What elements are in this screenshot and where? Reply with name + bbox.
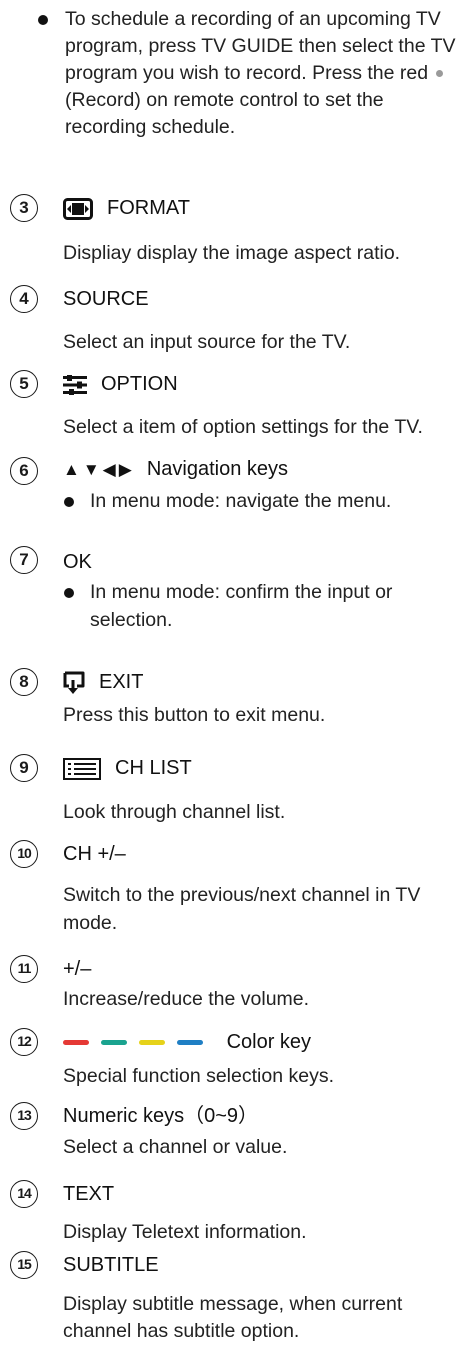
item-title: Numeric keys（0~9） (63, 1105, 259, 1127)
bullet-icon (64, 588, 74, 598)
intro-text: To schedule a recording of an upcoming T… (65, 8, 456, 138)
item-title: Navigation keys (146, 458, 288, 480)
item-number: 5 (10, 370, 38, 398)
blue-key-icon (177, 1040, 203, 1046)
item-heading: Color key (63, 1028, 311, 1056)
item-title: Color key (226, 1031, 312, 1053)
item-title: TEXT (63, 1183, 115, 1205)
yellow-key-icon (139, 1040, 165, 1046)
item-description: Increase/reduce the volume. (63, 988, 310, 1010)
item-description: Special function selection keys. (63, 1065, 334, 1087)
item-heading: FORMAT (63, 194, 190, 222)
item-description: Select a item of option settings for the… (63, 416, 423, 438)
red-key-icon (63, 1040, 89, 1046)
item-description: Select an input source for the TV. (63, 331, 351, 353)
manual-page: To schedule a recording of an upcoming T… (0, 0, 464, 1342)
item-description: Switch to the previous/next channel in T… (63, 884, 421, 934)
item-number: 13 (10, 1102, 38, 1130)
item-heading: ▲▼◀▶ Navigation keys (63, 455, 288, 484)
item-title: FORMAT (107, 197, 190, 219)
item-title: CH LIST (115, 757, 192, 779)
item-heading: OPTION (63, 370, 178, 398)
record-dot-icon (435, 70, 443, 78)
bullet-icon (64, 497, 74, 507)
item-title: EXIT (99, 671, 144, 693)
bullet-text: In menu mode: navigate the menu. (90, 490, 392, 512)
item-number: 14 (10, 1180, 38, 1208)
item-number: 10 (10, 840, 38, 868)
item-title: CH +/– (63, 843, 126, 865)
item-description: Display subtitle message, when current c… (63, 1293, 403, 1342)
list-icon (63, 757, 101, 780)
intro-bullet: To schedule a recording of an upcoming T… (38, 6, 458, 141)
item-number: 9 (10, 754, 38, 782)
item-heading: EXIT (63, 668, 143, 696)
item-description: Press this button to exit menu. (63, 704, 326, 726)
item-title: SOURCE (63, 288, 149, 310)
item-description: Select a channel or value. (63, 1136, 288, 1158)
format-icon (63, 197, 93, 220)
item-title: OPTION (101, 373, 178, 395)
item-number: 4 (10, 285, 38, 313)
item-number: 6 (10, 457, 38, 485)
item-number: 11 (10, 955, 38, 983)
bullet-text: In menu mode: confirm the input or selec… (90, 581, 393, 631)
item-number: 12 (10, 1028, 38, 1056)
option-sliders-icon (63, 374, 87, 395)
arrow-keys-icon: ▲▼◀▶ (63, 460, 135, 479)
exit-icon (63, 671, 85, 694)
green-key-icon (101, 1040, 127, 1046)
item-description: Display Teletext information. (63, 1221, 307, 1243)
item-number: 8 (10, 668, 38, 696)
bullet-icon (38, 15, 48, 25)
item-number: 3 (10, 194, 38, 222)
item-bullet: In menu mode: confirm the input or selec… (63, 578, 458, 634)
item-number: 7 (10, 546, 38, 574)
item-description: Look through channel list. (63, 801, 286, 823)
item-bullet: In menu mode: navigate the menu. (63, 487, 458, 515)
item-title: +/– (63, 958, 92, 980)
item-number: 15 (10, 1251, 38, 1279)
item-description: Displiay display the image aspect ratio. (63, 242, 401, 264)
item-title: OK (63, 551, 92, 573)
item-title: SUBTITLE (63, 1254, 159, 1276)
item-heading: CH LIST (63, 754, 192, 782)
